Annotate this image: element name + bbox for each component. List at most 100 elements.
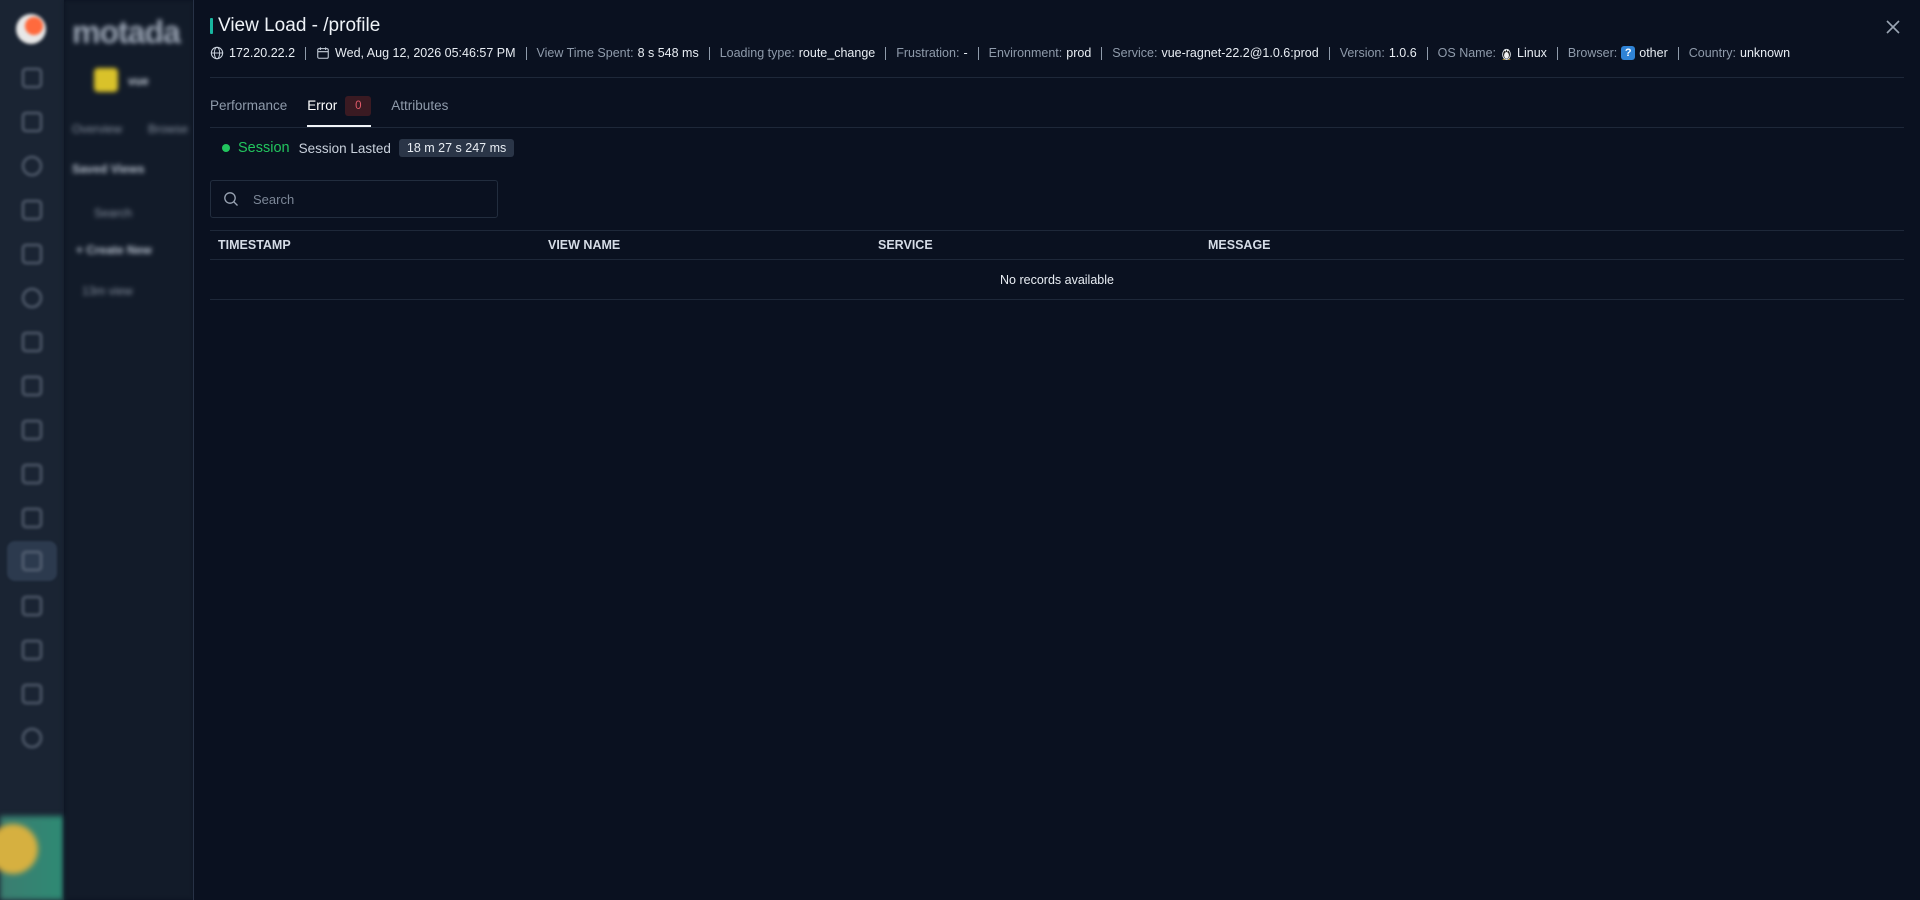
bg-tab-browse[interactable]: Browse: [148, 122, 188, 136]
apm-icon[interactable]: [22, 376, 42, 396]
tab-bar: Performance Error 0 Attributes: [210, 94, 468, 128]
app-logo-icon: [16, 14, 46, 44]
logs-icon[interactable]: [22, 244, 42, 264]
meta-divider: [1328, 46, 1330, 60]
close-button[interactable]: [1882, 16, 1904, 38]
meta-ip: 172.20.22.2: [210, 46, 295, 60]
meta-service-label: Service:: [1112, 46, 1158, 60]
tab-label: Error: [307, 98, 338, 113]
session-row: Session Session Lasted 18 m 27 s 247 ms: [222, 139, 515, 157]
alerts-icon[interactable]: [22, 156, 42, 176]
meta-country: Country: unknown: [1689, 46, 1790, 60]
tab-attributes[interactable]: Attributes: [391, 94, 448, 128]
meta-time-spent-label: View Time Spent:: [536, 46, 634, 60]
close-icon: [1886, 20, 1900, 34]
meta-time-spent: View Time Spent: 8 s 548 ms: [537, 46, 699, 60]
meta-divider: [525, 46, 527, 60]
flow-icon[interactable]: [22, 332, 42, 352]
search-field[interactable]: [210, 180, 498, 218]
meta-country-value: unknown: [1740, 46, 1791, 60]
meta-divider: [1677, 46, 1679, 60]
table-header: TIMESTAMP VIEW NAME SERVICE MESSAGE: [210, 230, 1904, 260]
page-title: View Load - /profile: [218, 15, 381, 36]
column-header-timestamp[interactable]: TIMESTAMP: [210, 238, 540, 252]
search-icon: [224, 192, 238, 206]
meta-divider: [885, 46, 887, 60]
meta-service-value: vue-ragnet-22.2@1.0.6:prod: [1161, 46, 1319, 60]
meta-date: Wed, Aug 12, 2026 05:46:57 PM: [316, 46, 516, 60]
meta-os: OS Name: Linux: [1438, 46, 1547, 61]
dashboard-icon[interactable]: [22, 68, 42, 88]
meta-os-value: Linux: [1517, 46, 1547, 60]
meta-divider: [1101, 46, 1103, 60]
brand-logo: motada: [72, 14, 181, 50]
rum-icon[interactable]: [22, 551, 42, 571]
monitor-icon[interactable]: [22, 508, 42, 528]
user-avatar[interactable]: [0, 816, 64, 900]
meta-version-label: Version:: [1339, 46, 1385, 60]
app-sidebar-rail: [0, 0, 64, 900]
meta-browser-label: Browser:: [1567, 46, 1618, 60]
cloud-icon[interactable]: [22, 640, 42, 660]
meta-time-spent-value: 8 s 548 ms: [637, 46, 699, 60]
network-icon[interactable]: [22, 200, 42, 220]
docs-icon[interactable]: [22, 684, 42, 704]
unknown-browser-icon: ?: [1621, 46, 1636, 60]
bg-tab-overview[interactable]: Overview: [72, 122, 122, 136]
linux-icon: [1500, 46, 1513, 61]
meta-row: 172.20.22.2 Wed, Aug 12, 2026 05:46:57 P…: [210, 45, 1904, 61]
session-label[interactable]: Session: [238, 140, 290, 156]
column-header-message[interactable]: MESSAGE: [1200, 238, 1530, 252]
search-input[interactable]: [251, 190, 475, 208]
meta-divider: [305, 46, 307, 60]
app-name: vue: [128, 74, 149, 88]
meta-divider: [708, 46, 710, 60]
tabs-divider: [210, 127, 1904, 128]
meta-loading-type-label: Loading type:: [719, 46, 795, 60]
meta-divider: [977, 46, 979, 60]
meta-browser-value: other: [1639, 46, 1668, 60]
meta-loading-type: Loading type: route_change: [720, 46, 876, 60]
meta-divider: [1556, 46, 1558, 60]
meta-frustration-value: -: [963, 46, 968, 60]
meta-loading-type-value: route_change: [798, 46, 876, 60]
error-count-badge: 0: [345, 96, 372, 116]
drawer-header: View Load - /profile 172.20.22.2 Wed, Au…: [210, 14, 1904, 61]
saved-views-heading: Saved Views: [72, 162, 145, 176]
empty-state-row: No records available: [210, 260, 1904, 300]
meta-frustration: Frustration: -: [896, 46, 967, 60]
background-panel: motada vue Overview Browse Saved Views S…: [64, 0, 194, 900]
users-icon[interactable]: [22, 596, 42, 616]
bg-search[interactable]: Search: [94, 206, 132, 220]
meta-date-value: Wed, Aug 12, 2026 05:46:57 PM: [335, 46, 516, 60]
app-chip-icon: [94, 68, 118, 92]
session-lasted-label: Session Lasted: [298, 140, 391, 156]
session-status-dot: [222, 144, 230, 152]
title-accent-bar: [210, 18, 213, 34]
errors-table: TIMESTAMP VIEW NAME SERVICE MESSAGE No r…: [210, 230, 1904, 300]
meta-divider: [1426, 46, 1428, 60]
meta-frustration-label: Frustration:: [896, 46, 960, 60]
saved-view-item[interactable]: 13m view: [82, 284, 133, 298]
session-duration-badge: 18 m 27 s 247 ms: [398, 139, 515, 157]
reports-icon[interactable]: [22, 464, 42, 484]
view-detail-drawer: View Load - /profile 172.20.22.2 Wed, Au…: [193, 0, 1920, 900]
column-header-view-name[interactable]: VIEW NAME: [540, 238, 870, 252]
create-new-link[interactable]: + Create New: [76, 243, 152, 257]
meta-os-label: OS Name:: [1437, 46, 1497, 60]
metrics-icon[interactable]: [22, 420, 42, 440]
tab-performance[interactable]: Performance: [210, 94, 287, 128]
inventory-icon[interactable]: [22, 112, 42, 132]
meta-version: Version: 1.0.6: [1340, 46, 1417, 60]
header-divider: [210, 77, 1904, 78]
calendar-icon: [317, 47, 329, 59]
meta-browser: Browser: ? other: [1568, 46, 1668, 60]
column-header-service[interactable]: SERVICE: [870, 238, 1200, 252]
tab-error[interactable]: Error 0: [307, 94, 372, 128]
tab-label: Attributes: [391, 98, 449, 113]
globe-icon: [210, 46, 224, 60]
empty-state-text: No records available: [1000, 272, 1114, 287]
tab-label: Performance: [210, 98, 288, 113]
settings-icon[interactable]: [22, 728, 42, 748]
topology-icon[interactable]: [22, 288, 42, 308]
